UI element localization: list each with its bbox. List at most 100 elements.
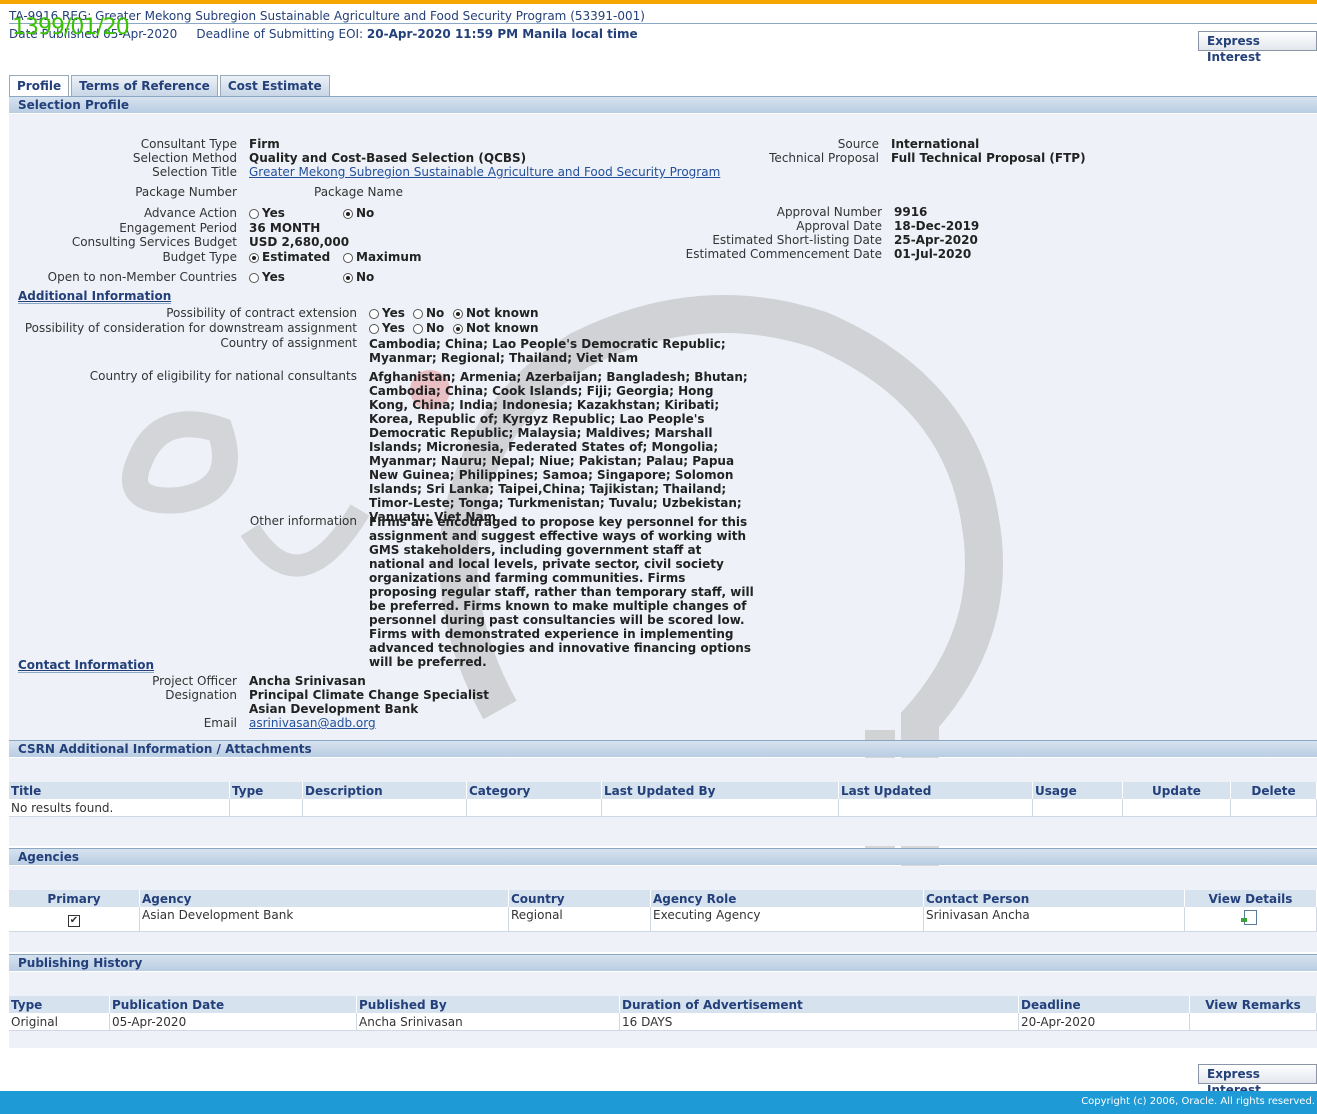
option-label: Estimated xyxy=(262,250,331,264)
publishing-history-header: Publishing History xyxy=(9,954,1317,971)
package-number-label: Package Number xyxy=(135,185,237,199)
email-link[interactable]: asrinivasan@adb.org xyxy=(249,716,376,730)
option-label: No xyxy=(426,321,445,335)
tab-bar: Profile Terms of Reference Cost Estimate xyxy=(9,75,330,96)
radio-icon xyxy=(413,323,423,334)
express-interest-button[interactable]: Express Interest xyxy=(1198,31,1317,64)
table-row: Original 05-Apr-2020 Ancha Srinivasan 16… xyxy=(9,1013,1317,1031)
radio-selected-icon xyxy=(343,208,353,219)
tab-terms-of-reference[interactable]: Terms of Reference xyxy=(71,75,218,96)
radio-selected-icon xyxy=(249,252,259,263)
col-delete: Delete xyxy=(1230,782,1317,799)
engagement-period-value: 36 MONTH xyxy=(249,221,321,235)
primary-checkbox: ✔ xyxy=(68,914,80,927)
tab-cost-estimate[interactable]: Cost Estimate xyxy=(219,75,330,96)
radio-icon xyxy=(369,308,379,319)
deadline-value: 20-Apr-2020 11:59 PM Manila local time xyxy=(366,27,638,41)
col-contact-person[interactable]: Contact Person xyxy=(923,890,1185,907)
downstream-yes[interactable]: Yes xyxy=(369,321,405,335)
package-name-label: Package Name xyxy=(314,185,403,199)
budget-type-estimated[interactable]: Estimated xyxy=(249,250,330,264)
source-value: International xyxy=(891,137,980,151)
col-type[interactable]: Type xyxy=(9,996,110,1013)
project-officer-label: Project Officer xyxy=(152,674,237,688)
csrn-section-header: CSRN Additional Information / Attachment… xyxy=(9,740,1317,757)
top-accent-bar xyxy=(0,0,1317,4)
radio-icon xyxy=(369,323,379,334)
col-primary: Primary xyxy=(9,890,140,907)
col-type[interactable]: Type xyxy=(229,782,303,799)
designation-label: Designation xyxy=(165,688,237,702)
extension-yes[interactable]: Yes xyxy=(369,306,405,320)
eligibility-value: Afghanistan; Armenia; Azerbaijan; Bangla… xyxy=(369,370,748,524)
col-title[interactable]: Title xyxy=(9,782,230,799)
option-label: Not known xyxy=(466,321,539,335)
extension-no[interactable]: No xyxy=(413,306,444,320)
col-duration[interactable]: Duration of Advertisement xyxy=(619,996,1019,1013)
technical-proposal-value: Full Technical Proposal (FTP) xyxy=(891,151,1086,165)
approval-number-label: Approval Number xyxy=(776,205,882,219)
col-last-updated-by[interactable]: Last Updated By xyxy=(601,782,839,799)
col-deadline[interactable]: Deadline xyxy=(1018,996,1190,1013)
country-cell: Regional xyxy=(508,907,651,932)
open-non-member-no[interactable]: No xyxy=(343,270,374,284)
radio-selected-icon xyxy=(453,308,463,319)
radio-icon xyxy=(249,208,259,219)
published-by-cell: Ancha Srinivasan xyxy=(356,1013,620,1031)
col-country[interactable]: Country xyxy=(508,890,651,907)
approval-date-value: 18-Dec-2019 xyxy=(894,219,980,233)
selection-method-value: Quality and Cost-Based Selection (QCBS) xyxy=(249,151,527,165)
eligibility-label: Country of eligibility for national cons… xyxy=(89,369,357,383)
col-agency-role[interactable]: Agency Role xyxy=(650,890,924,907)
advance-action-yes[interactable]: Yes xyxy=(249,206,285,220)
table-cell xyxy=(838,799,1033,817)
tab-profile[interactable]: Profile xyxy=(9,75,70,96)
deadline-cell: 20-Apr-2020 xyxy=(1018,1013,1190,1031)
col-publication-date[interactable]: Publication Date xyxy=(109,996,357,1013)
downstream-not-known[interactable]: Not known xyxy=(453,321,539,335)
other-information-value: Firms are encouraged to propose key pers… xyxy=(369,515,754,669)
selection-title-link[interactable]: Greater Mekong Subregion Sustainable Agr… xyxy=(249,165,720,179)
budget-type-maximum[interactable]: Maximum xyxy=(343,250,421,264)
table-cell xyxy=(1032,799,1123,817)
deadline-label: Deadline of Submitting EOI: xyxy=(196,27,364,41)
contact-information-heading: Contact Information xyxy=(18,658,155,673)
footer-bar: Copyright (c) 2006, Oracle. All rights r… xyxy=(0,1091,1317,1114)
col-published-by[interactable]: Published By xyxy=(356,996,620,1013)
technical-proposal-label: Technical Proposal xyxy=(769,151,879,165)
express-interest-button-bottom[interactable]: Express Interest xyxy=(1198,1064,1317,1097)
role-cell: Executing Agency xyxy=(650,907,924,932)
downstream-no[interactable]: No xyxy=(413,321,444,335)
col-usage[interactable]: Usage xyxy=(1032,782,1123,799)
contract-extension-label: Possibility of contract extension xyxy=(166,306,357,320)
downstream-label: Possibility of consideration for downstr… xyxy=(24,321,357,335)
radio-selected-icon xyxy=(453,323,463,334)
col-view-remarks: View Remarks xyxy=(1189,996,1317,1013)
view-details-icon[interactable] xyxy=(1241,910,1257,925)
table-cell xyxy=(466,799,602,817)
table-cell xyxy=(1122,799,1231,817)
table-cell xyxy=(1230,799,1317,817)
duration-cell: 16 DAYS xyxy=(619,1013,1019,1031)
col-category[interactable]: Category xyxy=(466,782,602,799)
advance-action-no[interactable]: No xyxy=(343,206,374,220)
selection-title-label: Selection Title xyxy=(152,165,237,179)
open-non-member-yes[interactable]: Yes xyxy=(249,270,285,284)
organization-value: Asian Development Bank xyxy=(249,702,419,716)
extension-not-known[interactable]: Not known xyxy=(453,306,539,320)
radio-selected-icon xyxy=(343,272,353,283)
engagement-period-label: Engagement Period xyxy=(119,221,237,235)
table-cell xyxy=(229,799,303,817)
budget-label: Consulting Services Budget xyxy=(71,235,237,249)
col-description[interactable]: Description xyxy=(302,782,467,799)
radio-icon xyxy=(343,252,353,263)
agencies-section-header: Agencies xyxy=(9,848,1317,865)
col-agency[interactable]: Agency xyxy=(139,890,509,907)
col-last-updated[interactable]: Last Updated xyxy=(838,782,1033,799)
other-information-label: Other information xyxy=(249,514,357,528)
option-label: No xyxy=(426,306,445,320)
project-officer-value: Ancha Srinivasan xyxy=(249,674,366,688)
radio-icon xyxy=(413,308,423,319)
header-divider xyxy=(9,23,1317,24)
radio-icon xyxy=(249,272,259,283)
